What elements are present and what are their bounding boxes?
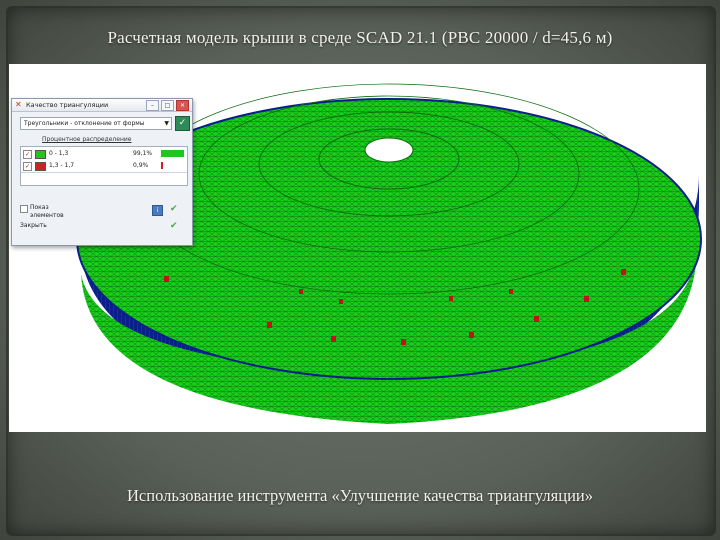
check-icon[interactable]: ✔	[170, 222, 179, 231]
row-value: 0,9%	[133, 162, 149, 169]
apply-icon[interactable]: ✓	[175, 116, 190, 131]
row-range: 0 - 1,3	[49, 150, 69, 157]
defect-marker	[534, 316, 539, 322]
distribution-label: Процентное распределение	[42, 136, 132, 143]
defect-marker	[621, 269, 626, 275]
chevron-down-icon[interactable]: ▼	[164, 119, 169, 128]
row-color-swatch[interactable]	[35, 150, 46, 159]
defect-marker	[449, 296, 453, 301]
defect-marker	[469, 332, 474, 338]
table-row[interactable]: ✓ 1,3 - 1,7 0,9%	[21, 161, 187, 171]
defect-marker	[584, 296, 589, 302]
row-color-swatch[interactable]	[35, 162, 46, 171]
dialog-title: Качество триангуляции	[26, 101, 109, 109]
show-elements-sublabel: элементов	[30, 212, 64, 219]
row-checkbox[interactable]: ✓	[23, 150, 32, 159]
criterion-select-value: Треугольники - отклонение от формы	[24, 120, 145, 127]
info-icon[interactable]: i	[152, 205, 163, 216]
defect-marker	[267, 322, 272, 328]
minimize-button[interactable]: –	[146, 100, 159, 111]
defect-marker	[401, 339, 406, 345]
criterion-select[interactable]: Треугольники - отклонение от формы ▼	[20, 117, 172, 130]
dialog-titlebar[interactable]: ✕ Качество триангуляции – □ ✕	[12, 99, 192, 112]
table-row[interactable]: ✓ 0 - 1,3 99,1%	[21, 149, 187, 159]
dome-top-opening	[364, 137, 414, 163]
close-link[interactable]: Закрыть	[20, 222, 47, 229]
defect-marker	[509, 289, 513, 294]
scad-logo-icon: ✕	[15, 100, 22, 109]
slide-caption: Использование инструмента «Улучшение кач…	[127, 486, 593, 505]
triangulation-quality-dialog[interactable]: ✕ Качество триангуляции – □ ✕ Треугольни…	[11, 98, 193, 246]
check-icon[interactable]: ✔	[170, 205, 179, 214]
distribution-table: ✓ 0 - 1,3 99,1% ✓ 1,3 - 1,7 0,9%	[20, 146, 188, 186]
row-range: 1,3 - 1,7	[49, 162, 75, 169]
defect-marker	[339, 299, 343, 304]
row-value: 99,1%	[133, 150, 153, 157]
defect-marker	[164, 276, 169, 282]
row-checkbox[interactable]: ✓	[23, 162, 32, 171]
row-divider	[21, 172, 187, 173]
defect-marker	[331, 336, 336, 342]
row-bar	[161, 150, 184, 157]
maximize-button[interactable]: □	[161, 100, 174, 111]
show-elements-checkbox[interactable]	[20, 205, 28, 213]
defect-marker	[299, 289, 303, 294]
slide-title: Расчетная модель крыши в среде SCAD 21.1…	[107, 28, 613, 47]
row-bar	[161, 162, 163, 169]
close-button[interactable]: ✕	[176, 100, 189, 111]
show-elements-label: Показ	[30, 204, 49, 211]
